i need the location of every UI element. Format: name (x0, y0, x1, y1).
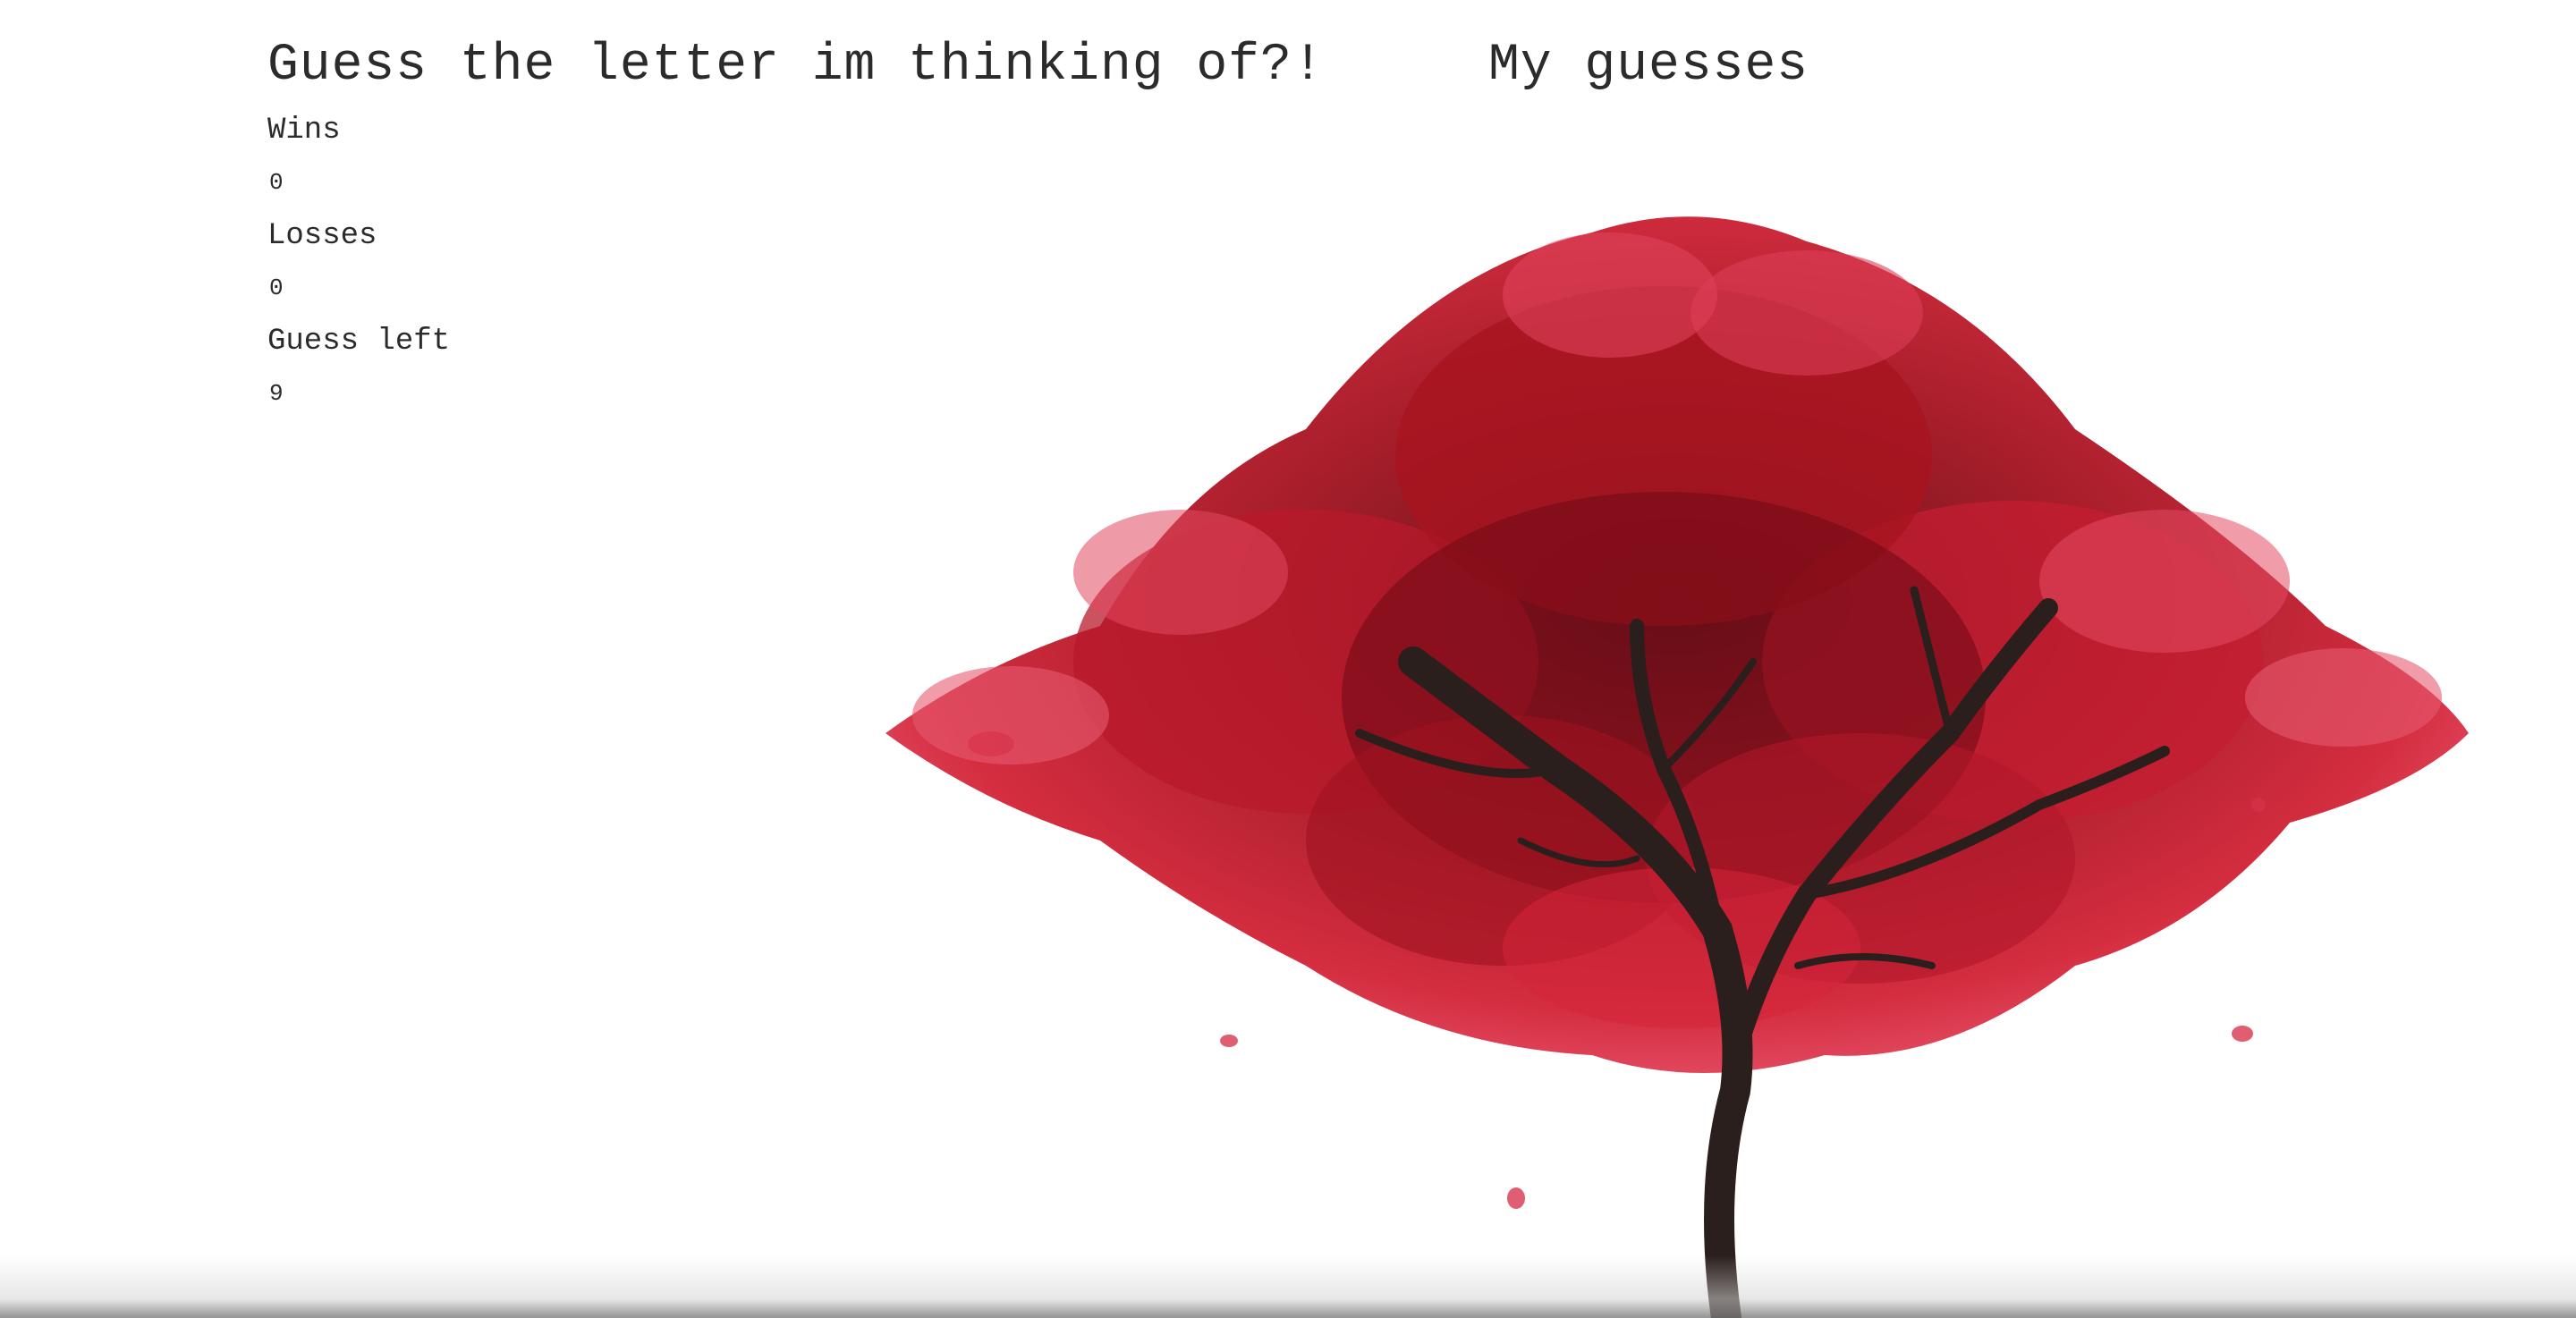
losses-value: 0 (269, 275, 284, 301)
my-guesses-title: My guesses (1488, 37, 1809, 95)
red-tree-illustration (886, 216, 2469, 1318)
guess-left-label: Guess left (267, 325, 451, 359)
losses-label: Losses (267, 219, 377, 253)
wins-label: Wins (267, 114, 341, 148)
game-title: Guess the letter im thinking of?! (267, 37, 1325, 95)
guess-left-value: 9 (269, 380, 284, 407)
wins-value: 0 (269, 169, 284, 196)
tree-canopy (886, 216, 2469, 1073)
